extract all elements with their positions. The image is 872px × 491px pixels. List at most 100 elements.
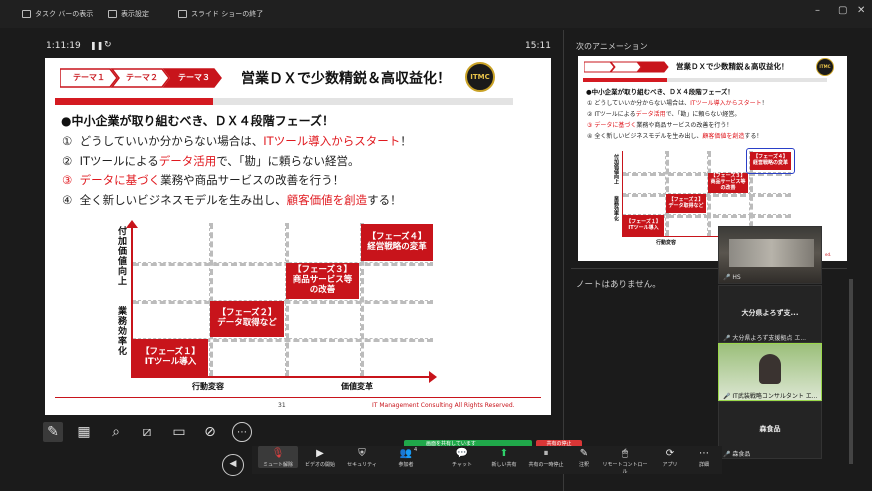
notes-scrollbar[interactable] bbox=[849, 279, 853, 464]
preview-x-label-left: 行動変容 bbox=[656, 240, 677, 246]
preview-list-item: ③ データに基づく業務や商品サービスの改善を行う！ bbox=[587, 122, 733, 129]
preview-phase-1: 【フェーズ１】 ITツール導入 bbox=[623, 215, 664, 236]
all-slides-icon[interactable]: ▦ bbox=[74, 422, 94, 442]
monitor-icon bbox=[108, 10, 117, 18]
pointer-screen-icon[interactable]: ⧄ bbox=[137, 422, 157, 442]
annotate-pen-icon: ✎ bbox=[579, 448, 589, 459]
tab-theme-1: テーマ１ bbox=[73, 73, 105, 82]
grid-line bbox=[133, 262, 433, 266]
participant-tile-label: 🎤 HS bbox=[723, 274, 741, 281]
x-axis-label-left: 行動変容 bbox=[192, 382, 224, 391]
more-options-icon[interactable]: ⋯ bbox=[232, 422, 252, 442]
phase-2-box: 【フェーズ２】 データ取得など bbox=[210, 301, 284, 337]
y-axis-arrow-icon bbox=[126, 220, 138, 228]
elapsed-timer: 1:11:19 bbox=[46, 41, 81, 51]
tab-theme-3: テーマ３ bbox=[178, 73, 210, 82]
preview-tab-shape bbox=[636, 61, 669, 73]
itmc-logo: ITMC bbox=[465, 62, 495, 92]
slide-footer: IT Management Consulting All Rights Rese… bbox=[372, 402, 515, 409]
list-item: ① どうしていいか分からない場合は、ITツール導入からスタート！ bbox=[62, 134, 412, 148]
current-slide[interactable]: テーマ１ テーマ２ テーマ３ 営業ＤＸで少数精鋭＆高収益化！ ITMC ●中小企… bbox=[45, 58, 551, 415]
participant-tile-mori[interactable]: 森食品 🎤 森食品 bbox=[718, 401, 822, 459]
security-button[interactable]: ⛨ セキュリティ bbox=[342, 446, 382, 468]
participant-video-hs[interactable]: 🎤 HS bbox=[718, 226, 822, 284]
preview-logo: ITMC bbox=[816, 58, 834, 76]
remote-control-button[interactable]: 🖱 リモートコントロール bbox=[602, 446, 648, 475]
shield-icon: ⛨ bbox=[358, 448, 366, 459]
pause-share-button[interactable]: ⏸ 共有の一時停止 bbox=[526, 446, 566, 468]
start-video-button[interactable]: ▶ ビデオの開始 bbox=[300, 446, 340, 468]
preview-phase-4: 【フェーズ４】 経営戦略の変革 bbox=[750, 152, 791, 170]
participant-count-badge: 4 bbox=[414, 447, 418, 453]
annotate-button[interactable]: ✎ 注釈 bbox=[564, 446, 604, 468]
y-axis-label-top: 付加価値向上 bbox=[116, 226, 126, 286]
list-item: ② ITツールによるデータ活用で、「勘」に頼らない経営。 bbox=[62, 154, 360, 168]
preview-list-item: ④ 全く新しいビジネスモデルを生み出し、顧客価値を創造する！ bbox=[587, 133, 763, 140]
new-share-button[interactable]: ⬆ 新しい共有 bbox=[484, 446, 524, 468]
preview-tab-shape bbox=[609, 61, 642, 73]
slide-title: 営業ＤＸで少数精鋭＆高収益化！ bbox=[241, 71, 451, 87]
pen-tool-icon[interactable]: ✎ bbox=[43, 422, 63, 442]
preview-footer-partial: ed. bbox=[825, 252, 832, 257]
more-button[interactable]: ⋯ 詳細 bbox=[684, 446, 724, 468]
page-number: 31 bbox=[278, 402, 286, 409]
participant-tile-oita[interactable]: 大分県よろず支... 🎤 大分県よろず支援拠点 エ... bbox=[718, 285, 822, 343]
mic-muted-icon: 🎙 bbox=[271, 448, 285, 459]
minimize-icon[interactable]: – bbox=[815, 5, 820, 16]
zoom-icon[interactable]: ⌕ bbox=[106, 422, 126, 442]
preview-bar-gray bbox=[667, 78, 827, 82]
preview-title: 営業ＤＸで少数精鋭＆高収益化！ bbox=[676, 62, 789, 71]
presenter-topbar: タスク バーの表示 表示設定 スライド ショーの終了 – ▢ ✕ bbox=[0, 0, 872, 28]
preview-phase-2: 【フェーズ２】 データ取得など bbox=[666, 194, 706, 213]
x-axis-arrow-icon bbox=[429, 371, 437, 383]
participant-video-consultant[interactable]: 🎤 IT武装戦略コンサルタント エ... bbox=[718, 343, 822, 401]
previous-slide-icon[interactable]: ◀ bbox=[222, 454, 244, 476]
close-icon[interactable]: ✕ bbox=[857, 5, 865, 16]
panel-divider[interactable] bbox=[563, 30, 564, 491]
x-axis-line bbox=[131, 376, 431, 378]
show-taskbar-button[interactable]: タスク バーの表示 bbox=[22, 8, 93, 20]
restart-timer-icon[interactable]: ↻ bbox=[104, 40, 112, 50]
room-window bbox=[729, 239, 814, 267]
preview-tab-shape bbox=[584, 61, 615, 73]
mic-muted-icon: 🎤 bbox=[723, 451, 731, 458]
title-bar-red bbox=[55, 98, 213, 105]
preview-heading: ●中小企業が取り組むべき、ＤＸ４段階フェーズ！ bbox=[586, 88, 734, 96]
pause-timer-icon[interactable]: ❚❚ bbox=[90, 41, 103, 50]
title-bar-gray bbox=[213, 98, 513, 105]
phase-3-box: 【フェーズ３】 商品サービス等 の改善 bbox=[286, 263, 359, 299]
preview-y-label-bottom: 業務効率化 bbox=[613, 196, 619, 221]
x-axis-label-right: 価値変革 bbox=[341, 382, 373, 391]
notes-empty-text: ノートはありません。 bbox=[576, 280, 661, 290]
list-item: ③ データに基づく業務や商品サービスの改善を行う！ bbox=[62, 173, 345, 187]
zoom-toolbar: 🎙 ミュート解除 ▶ ビデオの開始 ⛨ セキュリティ 👥 参加者 4 💬 チャット ⬆ 新し… bbox=[252, 446, 724, 475]
chat-icon: 💬 bbox=[455, 448, 469, 459]
next-animation-label: 次のアニメーション bbox=[576, 42, 648, 51]
preview-list-item: ① どうしていいか分からない場合は、ITツール導入からスタート！ bbox=[587, 100, 768, 107]
mouse-icon: 🖱 bbox=[622, 448, 628, 459]
participants-button[interactable]: 👥 参加者 bbox=[386, 446, 426, 468]
taskbar-icon bbox=[22, 10, 31, 18]
display-settings-button[interactable]: 表示設定 bbox=[108, 8, 149, 20]
camera-off-icon[interactable]: ⊘ bbox=[200, 422, 220, 442]
mic-muted-icon: 🎤 bbox=[723, 274, 731, 281]
preview-tabs bbox=[584, 61, 669, 73]
y-axis-label-bottom: 業務効率化 bbox=[116, 306, 126, 356]
participant-footer: 🎤 森食品 bbox=[723, 451, 751, 458]
more-dots-icon: ⋯ bbox=[699, 448, 709, 459]
participant-footer: 🎤 IT武装戦略コンサルタント エ... bbox=[723, 393, 818, 400]
mic-icon: 🎤 bbox=[723, 393, 731, 400]
restore-icon[interactable]: ▢ bbox=[838, 5, 847, 16]
unmute-button[interactable]: 🎙 ミュート解除 bbox=[258, 446, 298, 468]
end-slideshow-button[interactable]: スライド ショーの終了 bbox=[178, 8, 263, 20]
list-item: ④ 全く新しいビジネスモデルを生み出し、顧客価値を創造する！ bbox=[62, 193, 402, 207]
participant-name: 森食品 bbox=[759, 425, 781, 433]
subtitles-icon[interactable]: ▭ bbox=[169, 422, 189, 442]
mic-muted-icon: 🎤 bbox=[723, 335, 731, 342]
preview-phase-3: 【フェーズ３】 商品サービス等 の改善 bbox=[708, 173, 748, 193]
footer-rule bbox=[55, 397, 541, 398]
chat-button[interactable]: 💬 チャット bbox=[442, 446, 482, 468]
slide-heading: ●中小企業が取り組むべき、ＤＸ４段階フェーズ！ bbox=[61, 114, 335, 128]
participant-footer: 🎤 大分県よろず支援拠点 エ... bbox=[723, 335, 807, 342]
phase-1-box: 【フェーズ１】 ITツール導入 bbox=[133, 339, 208, 376]
